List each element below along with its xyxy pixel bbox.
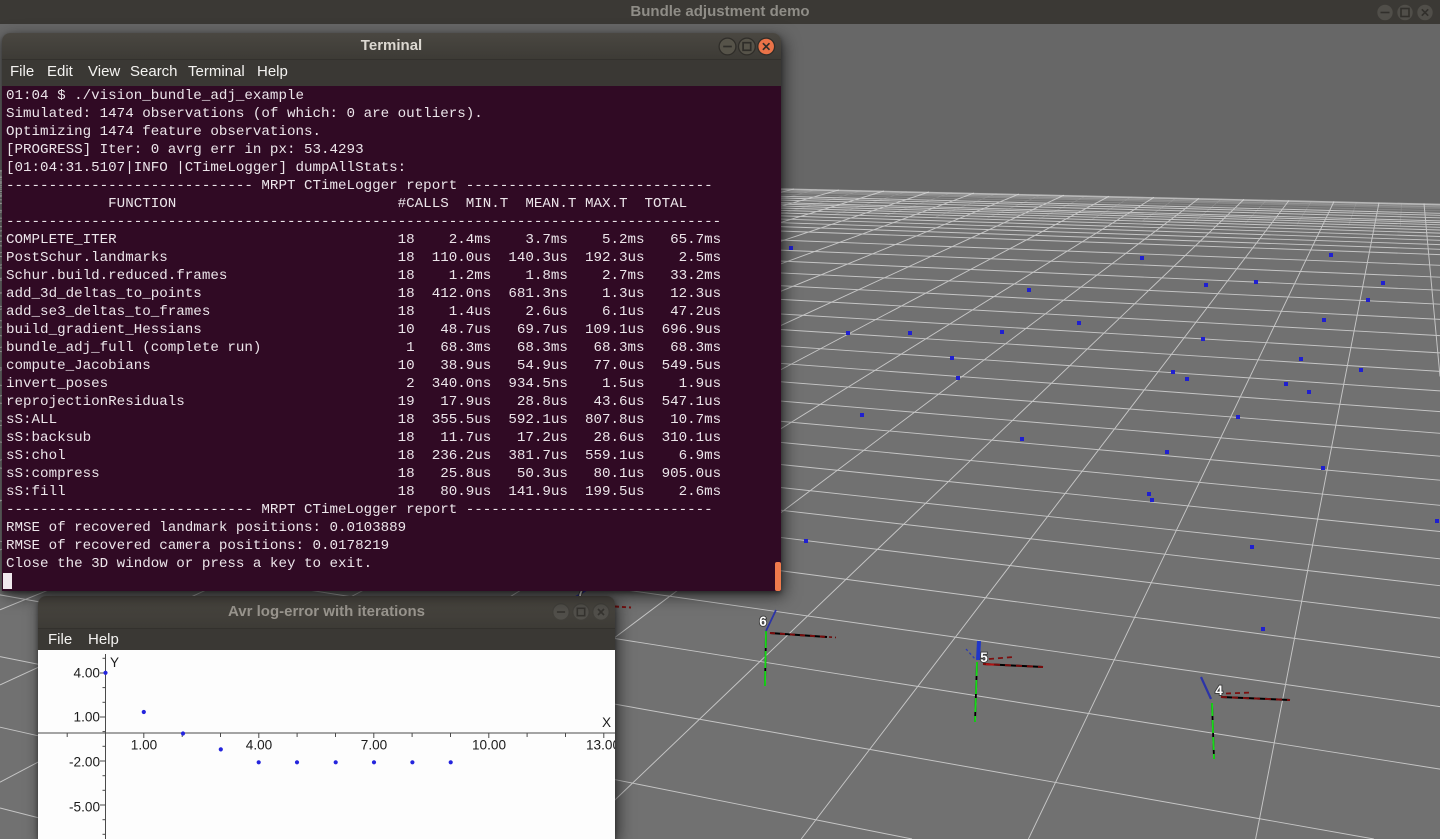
svg-text:10.00: 10.00 <box>472 738 506 753</box>
svg-text:13.00: 13.00 <box>586 738 615 753</box>
svg-text:4: 4 <box>1215 683 1223 698</box>
svg-text:X: X <box>602 715 611 730</box>
svg-text:1.00: 1.00 <box>131 738 158 753</box>
svg-text:6: 6 <box>759 614 767 629</box>
svg-text:7.00: 7.00 <box>361 738 388 753</box>
svg-text:1.00: 1.00 <box>74 710 101 725</box>
svg-text:4.00: 4.00 <box>74 666 101 681</box>
svg-text:-2.00: -2.00 <box>69 755 100 770</box>
svg-text:5: 5 <box>980 650 988 665</box>
svg-text:-5.00: -5.00 <box>69 800 100 815</box>
svg-text:4.00: 4.00 <box>246 738 273 753</box>
svg-text:Y: Y <box>110 655 119 670</box>
